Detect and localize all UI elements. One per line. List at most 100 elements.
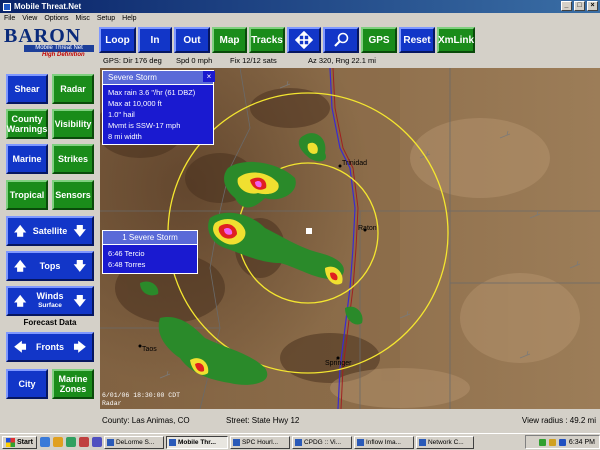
title-bar: Mobile Threat.Net _ □ × — [0, 0, 600, 13]
start-label: Start — [17, 438, 33, 446]
xmlink-button[interactable]: XmLink — [437, 27, 475, 53]
arrow-down-icon: 🡇 — [73, 259, 86, 273]
menu-file[interactable]: File — [4, 15, 15, 22]
popup-close-icon[interactable]: × — [203, 71, 215, 82]
arrow-up-icon: 🡅 — [14, 259, 27, 273]
task-network[interactable]: Network C... — [415, 435, 474, 449]
storm-eta-line: 6:46 Tercio — [108, 249, 145, 258]
street-info: Street: State Hwy 12 — [226, 416, 300, 425]
task-inflow[interactable]: Inflow Ima... — [353, 435, 414, 449]
fronts-button[interactable]: 🡄 Fronts 🡆 — [6, 332, 94, 362]
zoom-tool-button[interactable] — [323, 27, 359, 53]
map-timestamp: 6/01/06 18:30:00 CDT — [102, 392, 181, 399]
tropical-button[interactable]: Tropical — [6, 180, 48, 210]
town-label-springer: Springer — [325, 360, 352, 367]
tray-volume-icon[interactable] — [548, 438, 556, 446]
town-label-taos: Taos — [142, 346, 157, 353]
task-delorme[interactable]: DeLorme S... — [103, 435, 164, 449]
town-label-trinidad: Trinidad — [342, 160, 368, 167]
view-radius-info: View radius : 49.2 mi — [521, 416, 596, 425]
loop-button[interactable]: Loop — [99, 27, 136, 53]
menu-help[interactable]: Help — [122, 15, 136, 22]
magnifier-icon — [334, 32, 349, 47]
storm-popup-line: Mvmt is SSW-17 mph — [108, 121, 181, 130]
storm-count-popup: 1 Severe Storm 6:46 Tercio 6:48 Torres — [102, 230, 198, 274]
task-label: SPC Hourl... — [241, 438, 279, 446]
satellite-label: Satellite — [32, 226, 68, 236]
satellite-button[interactable]: 🡅 Satellite 🡇 — [6, 216, 94, 246]
winds-label-group: Winds Surface — [37, 291, 64, 311]
task-spc-hourly[interactable]: SPC Hourl... — [229, 435, 290, 449]
fronts-label: Fronts — [36, 342, 64, 352]
map-button[interactable]: Map — [212, 27, 247, 53]
app-window: Mobile Threat.Net _ □ × File View Option… — [0, 0, 600, 450]
minimize-button[interactable]: _ — [561, 1, 572, 11]
marine-zones-button[interactable]: Marine Zones — [52, 369, 94, 399]
sensors-button[interactable]: Sensors — [52, 180, 94, 210]
menu-view[interactable]: View — [22, 15, 37, 22]
radar-map[interactable]: Trinidad Raton Taos Springer Severe Stor… — [100, 68, 600, 409]
app-icon — [418, 438, 426, 446]
storm-eta-line: 6:48 Torres — [108, 260, 146, 269]
town-label-raton: Raton — [358, 225, 377, 232]
pan-button[interactable] — [287, 27, 321, 53]
storm-info-popup: Severe Storm × Max rain 3.6 "/hr (61 DBZ… — [102, 70, 215, 145]
quicklaunch-folder-icon[interactable] — [52, 437, 63, 447]
storm-popup-line: 1.0" hail — [108, 110, 135, 119]
gps-speed: Spd 0 mph — [176, 56, 213, 65]
app-icon — [106, 438, 114, 446]
county-info: County: Las Animas, CO — [102, 416, 190, 425]
arrow-right-icon: 🡆 — [73, 340, 86, 354]
maximize-button[interactable]: □ — [574, 1, 585, 11]
tray-network-icon[interactable] — [538, 438, 546, 446]
strikes-button[interactable]: Strikes — [52, 144, 94, 174]
start-button[interactable]: Start — [2, 435, 37, 449]
zoom-out-button[interactable]: Out — [174, 27, 210, 53]
forecast-data-header: Forecast Data — [23, 318, 77, 327]
taskbar: Start DeLorme S... Mobile Thr... SPC Hou… — [0, 433, 600, 450]
quicklaunch-app-icon[interactable] — [91, 437, 102, 447]
close-button[interactable]: × — [587, 1, 598, 11]
app-icon — [294, 438, 302, 446]
task-mobile-threat[interactable]: Mobile Thr... — [165, 435, 228, 449]
visibility-button[interactable]: Visibility — [52, 109, 94, 139]
radar-button[interactable]: Radar — [52, 74, 94, 104]
storm-popup-line: 8 mi width — [108, 132, 142, 141]
left-panel: Shear Radar County Warnings Visibility M… — [0, 68, 100, 409]
window-title: Mobile Threat.Net — [14, 2, 82, 11]
quicklaunch-app-icon[interactable] — [78, 437, 89, 447]
info-bar: County: Las Animas, CO Street: State Hwy… — [100, 409, 600, 433]
tops-button[interactable]: 🡅 Tops 🡇 — [6, 251, 94, 281]
quicklaunch-ie-icon[interactable] — [39, 437, 50, 447]
task-label: CPDG :: Vi... — [303, 438, 342, 446]
marine-button[interactable]: Marine — [6, 144, 48, 174]
task-label: Inflow Ima... — [365, 438, 401, 446]
windows-logo-icon — [6, 437, 15, 447]
city-button[interactable]: City — [6, 369, 48, 399]
gps-fix: Fix 12/12 sats — [230, 56, 277, 65]
storm-popup-line: Max at 10,000 ft — [108, 99, 162, 108]
storm-count-title: 1 Severe Storm — [103, 231, 197, 245]
menu-bar: File View Options Misc Setup Help — [0, 13, 600, 24]
shear-button[interactable]: Shear — [6, 74, 48, 104]
quicklaunch-desktop-icon[interactable] — [65, 437, 76, 447]
tracks-button[interactable]: Tracks — [249, 27, 285, 53]
storm-popup-line: Max rain 3.6 "/hr (61 DBZ) — [108, 88, 196, 97]
menu-setup[interactable]: Setup — [97, 15, 115, 22]
menu-misc[interactable]: Misc — [75, 15, 89, 22]
tray-app-icon[interactable] — [558, 438, 566, 446]
zoom-in-button[interactable]: In — [138, 27, 172, 53]
winds-button[interactable]: 🡅 Winds Surface 🡇 — [6, 286, 94, 316]
county-warnings-button[interactable]: County Warnings — [6, 109, 48, 139]
gps-button[interactable]: GPS — [361, 27, 397, 53]
menu-options[interactable]: Options — [44, 15, 68, 22]
winds-label: Winds — [36, 291, 64, 301]
app-icon — [168, 438, 176, 446]
arrow-down-icon: 🡇 — [73, 294, 86, 308]
azimuth-range: Az 320, Rng 22.1 mi — [308, 56, 376, 65]
arrow-down-icon: 🡇 — [73, 224, 86, 238]
logo-product: Mobile Threat Net — [24, 45, 94, 52]
tops-label: Tops — [39, 261, 61, 271]
reset-button[interactable]: Reset — [399, 27, 435, 53]
task-cpdg[interactable]: CPDG :: Vi... — [291, 435, 352, 449]
